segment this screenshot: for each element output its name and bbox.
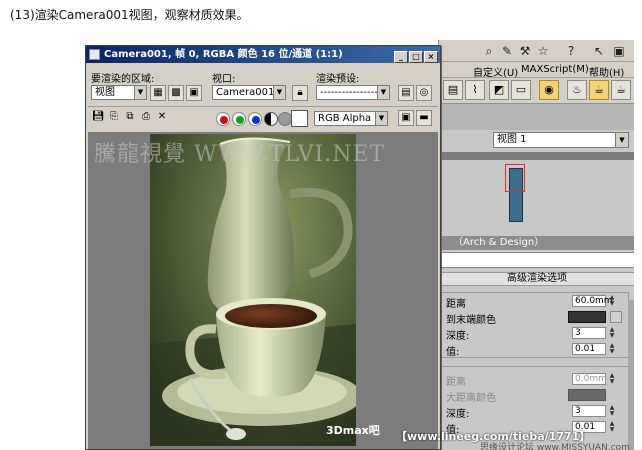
param-label: 深度: bbox=[446, 409, 470, 420]
menu-customize[interactable]: 自定义(U) bbox=[473, 64, 518, 79]
param-label: 大距离颜色 bbox=[446, 393, 496, 404]
color-swatch[interactable] bbox=[568, 389, 606, 401]
param-spinner[interactable]: 60.0mm bbox=[572, 295, 613, 307]
help-icon[interactable]: ? bbox=[563, 43, 579, 59]
print-icon[interactable]: ⎙ bbox=[138, 110, 154, 126]
viewport-dropdown[interactable]: Camera001 ▼ bbox=[212, 85, 286, 100]
panel-toggle-icon[interactable]: ▬ bbox=[416, 110, 432, 126]
auto-region-icon[interactable]: ▩ bbox=[168, 85, 184, 101]
page-caption: (13)渲染Camera001视图，观察材质效果。 bbox=[10, 8, 249, 22]
spinner-arrows-icon[interactable]: ▲ ▼ bbox=[608, 421, 616, 433]
max-menubar: 自定义(U) MAXScript(M) 帮助(H) bbox=[439, 62, 634, 79]
star-icon[interactable]: ☆ bbox=[535, 43, 551, 59]
cup-and-jug-render bbox=[150, 134, 356, 446]
material-editor-icon[interactable]: ▭ bbox=[511, 80, 531, 100]
channel-dropdown[interactable]: RGB Alpha ▼ bbox=[314, 111, 388, 126]
app-icon bbox=[89, 49, 100, 60]
environment-icon[interactable]: ◎ bbox=[416, 85, 432, 101]
green-channel-toggle[interactable] bbox=[232, 112, 246, 126]
param-spinner[interactable]: 3 bbox=[572, 405, 606, 417]
viewport-label: 视口: bbox=[212, 74, 236, 85]
curve-editor-icon[interactable]: ⌇ bbox=[465, 80, 485, 100]
area-label: 要渲染的区域: bbox=[91, 74, 155, 85]
panel-scrollbar[interactable] bbox=[628, 300, 634, 450]
chevron-down-icon: ▼ bbox=[375, 112, 387, 125]
alpha-channel-toggle[interactable] bbox=[264, 112, 278, 126]
param-label: 距离 bbox=[446, 377, 466, 388]
rollout-header-arch-design[interactable]: （Arch & Design） bbox=[439, 236, 634, 250]
chevron-down-icon: ▼ bbox=[615, 133, 628, 147]
clone-icon[interactable]: ⧉ bbox=[122, 110, 138, 126]
mono-toggle[interactable] bbox=[278, 112, 292, 126]
param-spinner[interactable]: 3 bbox=[572, 327, 606, 339]
preset-dropdown[interactable]: ------------------- ▼ bbox=[316, 85, 390, 100]
chevron-down-icon: ▼ bbox=[273, 86, 285, 99]
param-label: 值: bbox=[446, 347, 460, 358]
param-spinner[interactable]: 0.0mm bbox=[572, 373, 607, 385]
menu-help[interactable]: 帮助(H) bbox=[589, 64, 624, 79]
spinner-arrows-icon[interactable]: ▲ ▼ bbox=[608, 373, 616, 385]
chevron-down-icon: ▼ bbox=[134, 86, 146, 99]
spinner-arrows-icon[interactable]: ▲ ▼ bbox=[608, 405, 616, 417]
spinner-arrows-icon[interactable]: ▲ ▼ bbox=[608, 295, 616, 307]
param-spinner[interactable]: 0.01 bbox=[572, 343, 606, 355]
render-setup-icon[interactable]: ▤ bbox=[398, 85, 414, 101]
teapot-icon[interactable]: ♨ bbox=[567, 80, 587, 100]
view-select-dropdown[interactable]: 视图 1 ▼ bbox=[493, 132, 629, 148]
area-dropdown[interactable]: 视图 ▼ bbox=[91, 85, 147, 100]
minimize-button[interactable]: _ bbox=[394, 51, 408, 63]
spinner-arrows-icon[interactable]: ▲ ▼ bbox=[608, 327, 616, 339]
param-label: 距离 bbox=[446, 299, 466, 310]
rendered-image bbox=[150, 134, 356, 446]
render-setup-icon[interactable]: ▤ bbox=[443, 80, 463, 100]
spinner-arrows-icon[interactable]: ▲ ▼ bbox=[608, 343, 616, 355]
max-command-panel: ⌕ ✎ ⚒ ☆ ? ↖ ▣ 自定义(U) MAXScript(M) 帮助(H) … bbox=[438, 40, 634, 450]
rollout-header-advanced[interactable]: 高级渲染选项 bbox=[439, 272, 634, 286]
watermark-corner: 思缘设计论坛 www.MISSYUAN.com bbox=[480, 443, 630, 450]
save-icon[interactable]: 💾︎ bbox=[90, 110, 106, 126]
active-shade-icon[interactable]: ☕ bbox=[611, 80, 631, 100]
red-channel-toggle[interactable] bbox=[216, 112, 230, 126]
color-swatch[interactable] bbox=[568, 311, 606, 323]
lock-icon[interactable]: 🔒︎ bbox=[292, 85, 308, 101]
save-icon[interactable]: ▣ bbox=[611, 43, 627, 59]
preset-label: 渲染预设: bbox=[316, 74, 360, 85]
tools-icon[interactable]: ⚒ bbox=[517, 43, 533, 59]
window-title: Camera001, 帧 0, RGBA 颜色 16 位/通道 (1:1) bbox=[104, 49, 343, 60]
param-label: 到末端颜色 bbox=[446, 315, 496, 326]
param-group-1: 距离 60.0mm ▲ ▼ 到末端颜色 深度: 3 ▲ ▼ 值: 0.01 ▲ ▼ bbox=[441, 292, 629, 358]
display-toggle-icon[interactable]: ▣ bbox=[398, 110, 414, 126]
watermark-3dmax: 3Dmax吧 bbox=[326, 424, 380, 437]
window-titlebar[interactable]: Camera001, 帧 0, RGBA 颜色 16 位/通道 (1:1) _ □… bbox=[86, 46, 440, 63]
close-button[interactable]: × bbox=[424, 51, 438, 63]
render-frame-icon[interactable]: ◉ bbox=[539, 80, 559, 100]
blue-channel-toggle[interactable] bbox=[248, 112, 262, 126]
region-toggle-icon[interactable]: ▣ bbox=[186, 85, 202, 101]
quick-render-icon[interactable]: ☕ bbox=[589, 80, 609, 100]
render-frame-window: Camera001, 帧 0, RGBA 颜色 16 位/通道 (1:1) _ □… bbox=[85, 45, 441, 450]
watermark-tlvi: 騰龍視覺 WWW.TLVI.NET bbox=[94, 142, 386, 167]
preview-selection-box bbox=[505, 164, 525, 192]
binoculars-icon[interactable]: ⌕ bbox=[481, 43, 497, 59]
render-canvas: 騰龍視覺 WWW.TLVI.NET 3Dmax吧 bbox=[88, 132, 438, 449]
max-main-toolbar: ▤ ⌇ ◩ ▭ ◉ ♨ ☕ ☕ bbox=[439, 78, 634, 104]
map-button[interactable] bbox=[610, 311, 622, 323]
clear-icon[interactable]: ✕ bbox=[154, 110, 170, 126]
max-top-toolbar: ⌕ ✎ ⚒ ☆ ? ↖ ▣ bbox=[439, 40, 634, 62]
menu-maxscript[interactable]: MAXScript(M) bbox=[521, 64, 589, 75]
wrench-icon[interactable]: ✎ bbox=[499, 43, 515, 59]
schematic-icon[interactable]: ◩ bbox=[489, 80, 509, 100]
edit-region-icon[interactable]: ▦ bbox=[150, 85, 166, 101]
copy-icon[interactable]: ⎘ bbox=[106, 110, 122, 126]
background-color-swatch[interactable] bbox=[291, 110, 308, 127]
material-preview-area bbox=[439, 160, 634, 228]
cursor-icon[interactable]: ↖ bbox=[591, 43, 607, 59]
rollout-name-field[interactable] bbox=[439, 252, 634, 268]
param-label: 深度: bbox=[446, 331, 470, 342]
maximize-button[interactable]: □ bbox=[409, 51, 423, 63]
chevron-down-icon: ▼ bbox=[377, 86, 389, 99]
